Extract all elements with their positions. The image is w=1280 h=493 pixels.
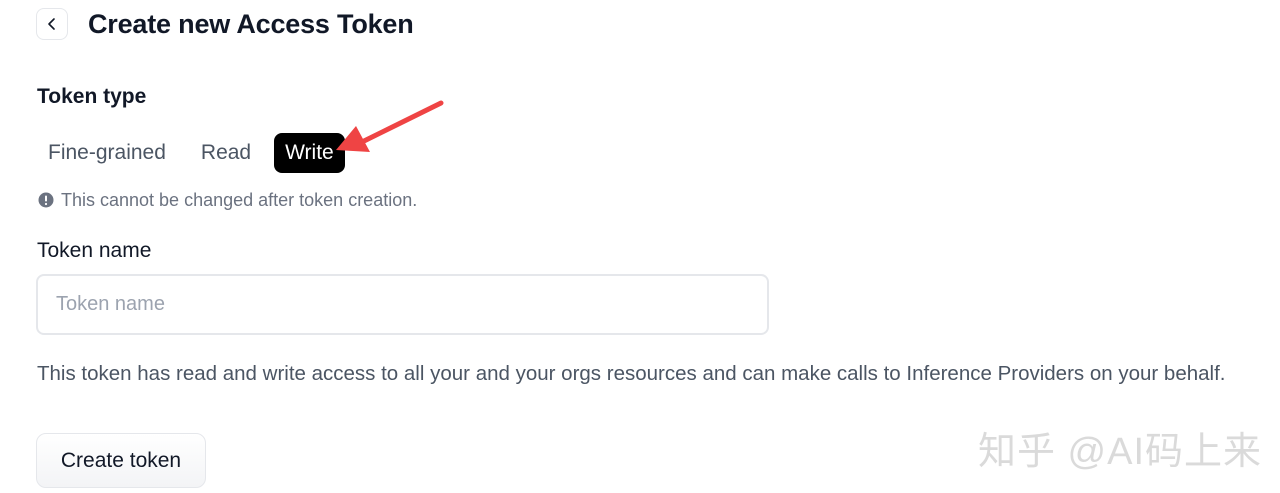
token-name-input[interactable] — [36, 274, 769, 335]
token-type-label: Token type — [37, 85, 147, 108]
page-title: Create new Access Token — [88, 9, 414, 39]
chevron-left-icon — [46, 17, 58, 31]
create-token-button[interactable]: Create token — [36, 433, 206, 488]
info-circle-icon — [38, 192, 54, 208]
token-name-label: Token name — [37, 239, 152, 262]
back-button[interactable] — [36, 8, 68, 40]
token-permission-description: This token has read and write access to … — [37, 362, 1226, 385]
token-type-selector: Fine-grained Read Write — [36, 133, 356, 173]
token-type-notice: This cannot be changed after token creat… — [38, 189, 417, 211]
token-type-fine-grained[interactable]: Fine-grained — [36, 133, 178, 173]
token-type-read[interactable]: Read — [189, 133, 263, 173]
red-arrow-icon — [336, 100, 444, 152]
notice-text: This cannot be changed after token creat… — [61, 189, 418, 210]
watermark: 知乎 @AI码上来 — [978, 431, 1263, 473]
